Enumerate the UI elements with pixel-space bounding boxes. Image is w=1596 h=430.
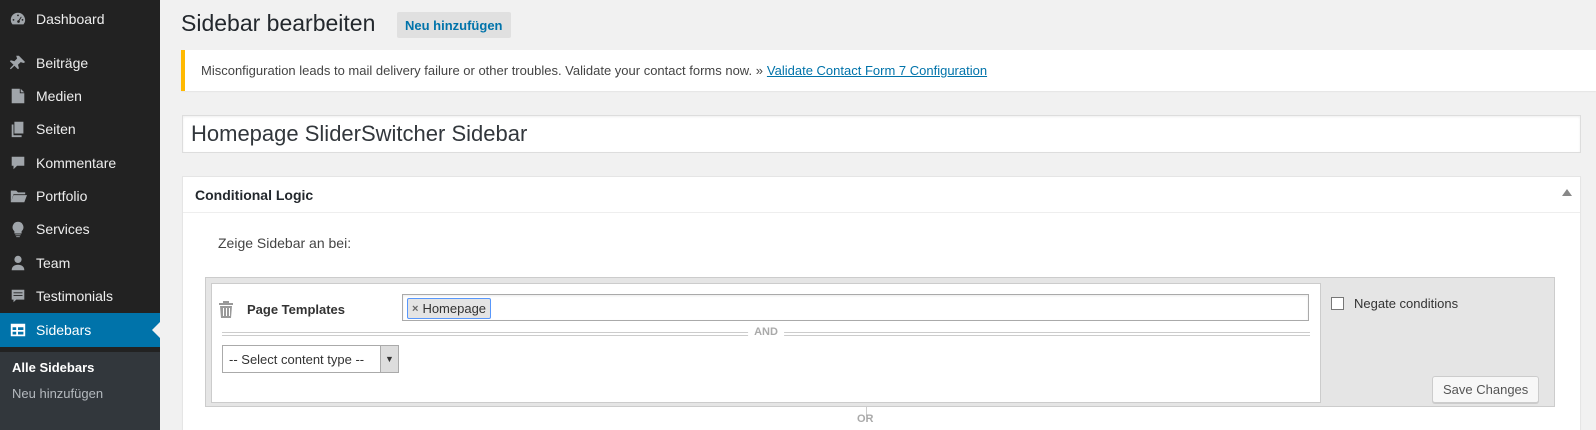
- conditions-intro: Zeige Sidebar an bei:: [218, 235, 352, 251]
- menu-label: Kommentare: [36, 155, 117, 171]
- menu-label: Testimonials: [36, 288, 114, 304]
- rule-label: Page Templates: [247, 302, 346, 317]
- chevron-down-icon[interactable]: ▼: [380, 346, 398, 372]
- warning-notice: Misconfiguration leads to mail delivery …: [181, 50, 1596, 91]
- menu-label: Services: [36, 221, 90, 237]
- menu-item-medien[interactable]: Medien: [0, 79, 160, 113]
- tag-label: Homepage: [422, 301, 487, 316]
- submenu-item-alle-sidebars[interactable]: Alle Sidebars: [12, 360, 94, 375]
- testimonial-icon: [0, 279, 36, 313]
- lightbulb-icon: [0, 212, 36, 246]
- menu-label: Medien: [36, 88, 82, 104]
- menu-label: Dashboard: [36, 11, 105, 27]
- add-new-button[interactable]: Neu hinzufügen: [397, 12, 511, 38]
- menu-label: Beiträge: [36, 55, 89, 71]
- or-label: OR: [857, 413, 874, 425]
- menu-item-team[interactable]: Team: [0, 246, 160, 280]
- conditional-logic-box: Conditional Logic Zeige Sidebar an bei: …: [182, 176, 1581, 430]
- pages-icon: [0, 112, 36, 146]
- menu-item-testimonials[interactable]: Testimonials: [0, 279, 160, 313]
- submenu: Alle Sidebars Neu hinzufügen: [0, 352, 160, 430]
- negate-checkbox[interactable]: [1331, 297, 1344, 310]
- folder-icon: [0, 179, 36, 213]
- validate-link[interactable]: Validate Contact Form 7 Configuration: [767, 63, 987, 78]
- pin-icon: [0, 46, 36, 80]
- save-changes-button[interactable]: Save Changes: [1432, 376, 1540, 403]
- menu-label: Team: [36, 255, 71, 271]
- menu-item-portfolio[interactable]: Portfolio: [0, 179, 160, 213]
- negate-label: Negate conditions: [1354, 296, 1459, 311]
- user-icon: [0, 246, 36, 280]
- notice-text: Misconfiguration leads to mail delivery …: [201, 63, 763, 78]
- trash-icon[interactable]: [218, 300, 234, 318]
- comment-icon: [0, 146, 36, 180]
- tag-remove-icon[interactable]: ×: [412, 303, 418, 315]
- negate-conditions[interactable]: Negate conditions: [1331, 296, 1458, 311]
- tag-input[interactable]: × Homepage: [402, 294, 1309, 321]
- menu-label: Seiten: [36, 121, 76, 137]
- condition-rules: Page Templates × Homepage AND -- Select …: [211, 283, 1321, 403]
- menu-label: Portfolio: [36, 188, 88, 204]
- postbox-title: Conditional Logic: [195, 186, 314, 203]
- menu-item-sidebars[interactable]: Sidebars: [0, 313, 160, 347]
- tag-chip: × Homepage: [407, 298, 492, 319]
- menu-item-services[interactable]: Services: [0, 212, 160, 246]
- and-separator: AND: [222, 326, 1310, 338]
- collapse-toggle-icon[interactable]: [1562, 189, 1572, 196]
- postbox-header[interactable]: Conditional Logic: [183, 177, 1580, 213]
- submenu-item-neu-hinzufuegen[interactable]: Neu hinzufügen: [12, 386, 103, 401]
- current-indicator: [152, 322, 160, 338]
- menu-item-dashboard[interactable]: Dashboard: [0, 2, 160, 36]
- media-icon: [0, 79, 36, 113]
- menu-label: Sidebars: [36, 322, 92, 338]
- menu-item-seiten[interactable]: Seiten: [0, 112, 160, 146]
- and-label: AND: [748, 326, 784, 338]
- content-type-select[interactable]: -- Select content type -- ▼: [222, 345, 399, 373]
- menu-item-kommentare[interactable]: Kommentare: [0, 146, 160, 180]
- admin-sidebar: Dashboard Beiträge Medien Seiten Komment…: [0, 0, 160, 430]
- menu-item-beitraege[interactable]: Beiträge: [0, 46, 160, 80]
- page-title: Sidebar bearbeiten: [181, 10, 376, 36]
- sidebar-title-input[interactable]: Homepage SliderSwitcher Sidebar: [182, 115, 1581, 153]
- dashboard-icon: [0, 2, 36, 36]
- select-value: -- Select content type --: [229, 351, 365, 367]
- table-icon: [0, 313, 36, 347]
- condition-group: Page Templates × Homepage AND -- Select …: [205, 277, 1555, 407]
